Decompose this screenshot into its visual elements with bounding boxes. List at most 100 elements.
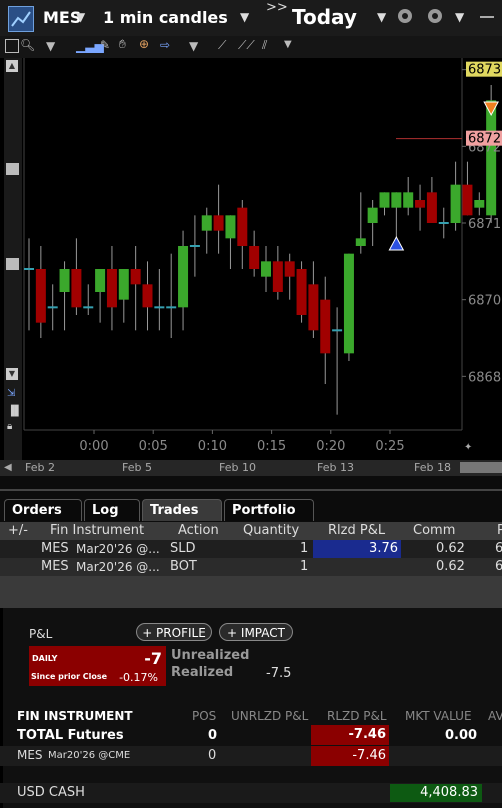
- fib-icon[interactable]: ⫽: [262, 38, 267, 53]
- period-selector[interactable]: Today: [292, 5, 357, 29]
- tab-trades[interactable]: Trades: [142, 499, 222, 521]
- candle-down: [284, 261, 295, 277]
- chevron-down-icon[interactable]: ▼: [377, 10, 386, 24]
- row-comm: 0.62: [436, 559, 465, 574]
- date-tick: Feb 5: [122, 461, 152, 474]
- divider: [0, 489, 502, 491]
- candle-up: [391, 192, 402, 208]
- chevron-down-icon[interactable]: ▼: [455, 10, 464, 24]
- since-prior-label: Since prior Close: [31, 672, 108, 681]
- candle-up: [95, 269, 106, 292]
- col-quantity[interactable]: Quantity: [243, 523, 299, 538]
- last-price-label: 6873: [468, 63, 501, 78]
- daily-value: -7: [144, 649, 162, 668]
- crosshair-draw-icon[interactable]: ✎: [100, 38, 110, 52]
- volume-icon[interactable]: ▐▌: [7, 406, 22, 417]
- date-tick: Feb 18: [414, 461, 451, 474]
- chart-app-icon: [8, 6, 34, 32]
- date-tick: Feb 13: [317, 461, 354, 474]
- scroll-left-icon[interactable]: ◀: [4, 462, 12, 473]
- row-symbol: MES: [41, 541, 69, 556]
- table-row[interactable]: MES Mar20'26 @... BOT 1 0.62 6: [0, 558, 502, 576]
- x-tick-label: 0:20: [316, 439, 345, 454]
- date-range-thumb[interactable]: [460, 462, 502, 473]
- double-arrow-icon[interactable]: >>: [266, 0, 288, 15]
- trades-header: +/- Fin Instrument Action Quantity Rlzd …: [0, 522, 502, 540]
- daily-label: DAILY: [32, 654, 58, 663]
- col-rlzd[interactable]: RLZD P&L: [327, 709, 387, 723]
- candle-up: [355, 238, 366, 246]
- chevron-down-icon[interactable]: ▼: [76, 10, 85, 24]
- chart-area[interactable]: 68736872687168706868687368720:000:050:10…: [0, 58, 502, 460]
- table-row[interactable]: MES Mar20'26 @... SLD 1 3.76 0.62 6: [0, 540, 502, 558]
- chat-icon[interactable]: [396, 8, 414, 30]
- chart-scrollbar[interactable]: ▲ ▼ ⇲ ▐▌ 🔒︎: [4, 58, 22, 460]
- candle-down: [130, 269, 141, 285]
- zoom-icon[interactable]: 🔍︎: [20, 38, 35, 52]
- pin-icon: ✦: [464, 442, 472, 453]
- col-instrument[interactable]: Fin Instrument: [50, 523, 144, 538]
- scroll-thumb[interactable]: [6, 258, 19, 270]
- gear-icon[interactable]: [426, 7, 444, 29]
- lock-icon[interactable]: 🔒︎: [7, 421, 12, 432]
- row-detail: Mar20'26 @...: [76, 560, 160, 574]
- candle-down: [272, 261, 283, 292]
- col-fin-instrument[interactable]: FIN INSTRUMENT: [17, 709, 133, 723]
- profile-button[interactable]: + PROFILE: [136, 623, 212, 641]
- interval-selector[interactable]: 1 min candles: [103, 8, 228, 27]
- pnl-title: P&L: [29, 627, 53, 641]
- date-tick: Feb 10: [219, 461, 256, 474]
- candle-up: [450, 184, 461, 223]
- row-detail: Mar20'26 @...: [76, 542, 160, 556]
- col-action[interactable]: Action: [178, 523, 219, 538]
- col-p[interactable]: P: [497, 523, 502, 538]
- col-pos[interactable]: POS: [192, 709, 216, 723]
- tab-log[interactable]: Log: [84, 499, 140, 521]
- chevron-down-icon[interactable]: ▼: [46, 39, 55, 53]
- cash-value: 4,408.83: [420, 785, 478, 800]
- candle-up: [178, 246, 189, 308]
- crosshair-icon[interactable]: ⊕: [139, 37, 149, 51]
- scroll-up-button[interactable]: ▲: [6, 60, 18, 72]
- col-av[interactable]: AV: [488, 709, 502, 723]
- total-pos: 0: [208, 728, 218, 743]
- col-mkt-value[interactable]: MKT VALUE: [405, 709, 472, 723]
- col-rlzd-pnl[interactable]: Rlzd P&L: [328, 523, 385, 538]
- scroll-down-button[interactable]: ▼: [6, 368, 18, 380]
- candle-doji: [83, 306, 94, 309]
- col-expand[interactable]: +/-: [8, 523, 28, 538]
- candle-up: [486, 100, 497, 216]
- col-unrlzd[interactable]: UNRLZD P&L: [231, 709, 308, 723]
- trend-icon[interactable]: ⟋⟋: [238, 38, 255, 53]
- row-extra: 6: [495, 541, 502, 556]
- x-tick-label: 0:15: [257, 439, 286, 454]
- select-icon[interactable]: [5, 39, 19, 53]
- row-rlzd-cell: -7.46: [311, 746, 389, 766]
- candle-down: [296, 269, 307, 315]
- scroll-thumb[interactable]: [6, 163, 19, 175]
- chevron-down-icon[interactable]: ▼: [240, 10, 249, 24]
- date-tick: Feb 2: [25, 461, 55, 474]
- row-rlzd: 3.76: [313, 540, 401, 558]
- hand-icon[interactable]: ✋︎: [119, 37, 126, 52]
- total-futures-label[interactable]: TOTAL Futures: [17, 728, 124, 743]
- col-comm[interactable]: Comm: [413, 523, 455, 538]
- y-tick-label: 6871: [468, 217, 501, 232]
- tab-orders[interactable]: Orders: [4, 499, 82, 521]
- price-chart[interactable]: 68736872687168706868687368720:000:050:10…: [0, 58, 502, 460]
- chevron-down-icon[interactable]: ▼: [284, 39, 292, 50]
- draw-line-icon[interactable]: ⟋: [218, 38, 226, 53]
- candle-down: [71, 269, 82, 308]
- candle-down: [35, 269, 46, 323]
- arrow-right-icon[interactable]: ⇨: [160, 38, 170, 52]
- candle-down: [142, 284, 153, 308]
- candle-down: [249, 246, 260, 269]
- minimize-icon[interactable]: [480, 16, 494, 18]
- reset-scale-icon[interactable]: ⇲: [7, 388, 15, 399]
- tab-portfolio[interactable]: Portfolio: [224, 499, 314, 521]
- chevron-down-icon[interactable]: ▼: [189, 39, 198, 53]
- total-mkt: 0.00: [445, 728, 478, 743]
- order-price-label: 6872: [468, 132, 501, 147]
- impact-button[interactable]: + IMPACT: [219, 623, 293, 641]
- date-navigator[interactable]: ◀ Feb 2 Feb 5 Feb 10 Feb 13 Feb 18: [0, 460, 502, 476]
